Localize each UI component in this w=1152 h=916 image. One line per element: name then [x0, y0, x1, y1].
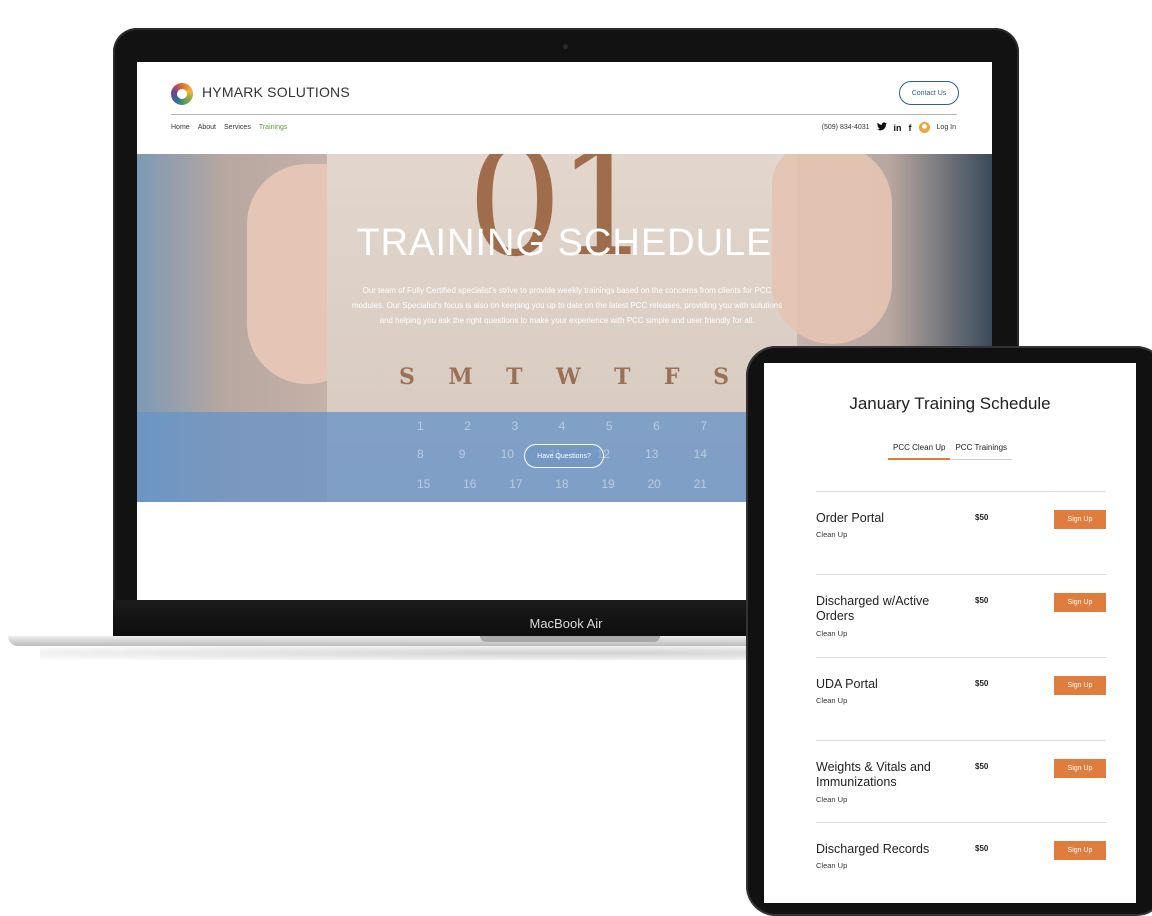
- calendar-day: 10: [500, 447, 514, 461]
- list-item: Discharged w/Active Orders Clean Up $50 …: [816, 574, 1106, 657]
- nav-services[interactable]: Services: [224, 124, 251, 131]
- training-price: $50: [975, 596, 989, 605]
- weekday-label: F: [663, 364, 680, 390]
- calendar-day: 13: [645, 447, 659, 461]
- camera-icon: [563, 44, 568, 49]
- calendar-day: 5: [605, 419, 613, 433]
- schedule-tabs: PCC Clean Up PCC Trainings: [888, 439, 1013, 460]
- training-name: UDA Portal: [816, 677, 878, 691]
- twitter-icon[interactable]: [876, 122, 887, 133]
- brand-logo-icon[interactable]: [171, 83, 193, 105]
- calendar-day: 21: [693, 477, 707, 491]
- laptop-notch: [480, 636, 660, 642]
- weekday-label: S: [399, 364, 415, 390]
- brand-name[interactable]: HYMARK SOLUTIONS: [202, 84, 350, 100]
- calendar-day: 3: [511, 419, 519, 433]
- training-category: Clean Up: [816, 629, 848, 638]
- tab-pcc-clean-up[interactable]: PCC Clean Up: [888, 439, 951, 460]
- calendar-day: 8: [417, 447, 424, 461]
- calendar-row-1: 1 2 3 4 5 6 7: [417, 419, 707, 433]
- calendar-day: 1: [417, 419, 424, 433]
- list-item: Weights & Vitals and Immunizations Clean…: [816, 740, 1106, 823]
- training-price: $50: [975, 679, 989, 688]
- sign-up-button[interactable]: Sign Up: [1054, 676, 1106, 695]
- training-name: Weights & Vitals and Immunizations: [816, 760, 931, 789]
- calendar-day: 2: [464, 419, 471, 433]
- list-item: UDA Portal Clean Up $50 Sign Up: [816, 657, 1106, 740]
- training-category: Clean Up: [816, 795, 848, 804]
- calendar-day: 18: [555, 477, 569, 491]
- calendar-day: 6: [653, 419, 660, 433]
- nav-home[interactable]: Home: [171, 124, 190, 131]
- weekday-label: W: [555, 364, 581, 390]
- login-link[interactable]: Log In: [937, 124, 956, 131]
- list-item: Order Portal Clean Up $50 Sign Up: [816, 491, 1106, 574]
- calendar-day: 15: [417, 477, 431, 491]
- hero-title: TRAINING SCHEDULE: [356, 222, 773, 264]
- user-avatar-icon[interactable]: [918, 122, 930, 133]
- nav-trainings[interactable]: Trainings: [259, 124, 288, 131]
- weekday-label: M: [448, 364, 473, 390]
- training-price: $50: [975, 513, 989, 522]
- training-name: Order Portal: [816, 511, 885, 525]
- weekday-label: T: [506, 364, 523, 390]
- calendar-day: 16: [463, 477, 477, 491]
- schedule-title: January Training Schedule: [849, 394, 1051, 413]
- training-price: $50: [975, 762, 989, 771]
- utility-bar: (509) 834-4031 in f Log In: [822, 122, 956, 133]
- calendar-day: 17: [509, 477, 523, 491]
- training-category: Clean Up: [816, 696, 848, 705]
- facebook-icon[interactable]: f: [909, 123, 912, 133]
- weekday-label: S: [713, 364, 729, 390]
- contact-us-button[interactable]: Contact Us: [899, 81, 959, 105]
- list-item: Discharged Records Clean Up $50 Sign Up: [816, 822, 1106, 903]
- sign-up-button[interactable]: Sign Up: [1054, 759, 1106, 778]
- main-nav: Home About Services Trainings: [171, 124, 287, 131]
- calendar-day: 7: [700, 419, 707, 433]
- sign-up-button[interactable]: Sign Up: [1054, 593, 1106, 612]
- have-questions-button[interactable]: Have Questions?: [524, 444, 604, 468]
- tablet-screen: January Training Schedule PCC Clean Up P…: [764, 363, 1136, 903]
- calendar-day: 14: [693, 447, 707, 461]
- calendar-day: 19: [601, 477, 615, 491]
- header-divider: [171, 114, 957, 115]
- tab-pcc-trainings[interactable]: PCC Trainings: [950, 439, 1013, 460]
- training-price: $50: [975, 844, 989, 853]
- nav-about[interactable]: About: [198, 124, 216, 131]
- training-name: Discharged Records: [816, 842, 930, 856]
- training-category: Clean Up: [816, 530, 848, 539]
- hero-description: Our team of Fully Certified specialist's…: [351, 286, 783, 325]
- calendar-row-3: 15 16 17 18 19 20 21: [417, 477, 707, 491]
- phone-number: (509) 834-4031: [821, 124, 870, 131]
- calendar-day: 9: [458, 447, 466, 461]
- sign-up-button[interactable]: Sign Up: [1054, 841, 1106, 860]
- calendar-day: 4: [558, 419, 566, 433]
- weekday-label: T: [614, 364, 631, 390]
- linkedin-icon[interactable]: in: [894, 123, 902, 133]
- training-name: Discharged w/Active Orders: [816, 594, 930, 623]
- sign-up-button[interactable]: Sign Up: [1054, 510, 1106, 529]
- calendar-day: 20: [647, 477, 661, 491]
- training-category: Clean Up: [816, 861, 848, 870]
- calendar-weekdays: S M T W T F S: [399, 364, 729, 390]
